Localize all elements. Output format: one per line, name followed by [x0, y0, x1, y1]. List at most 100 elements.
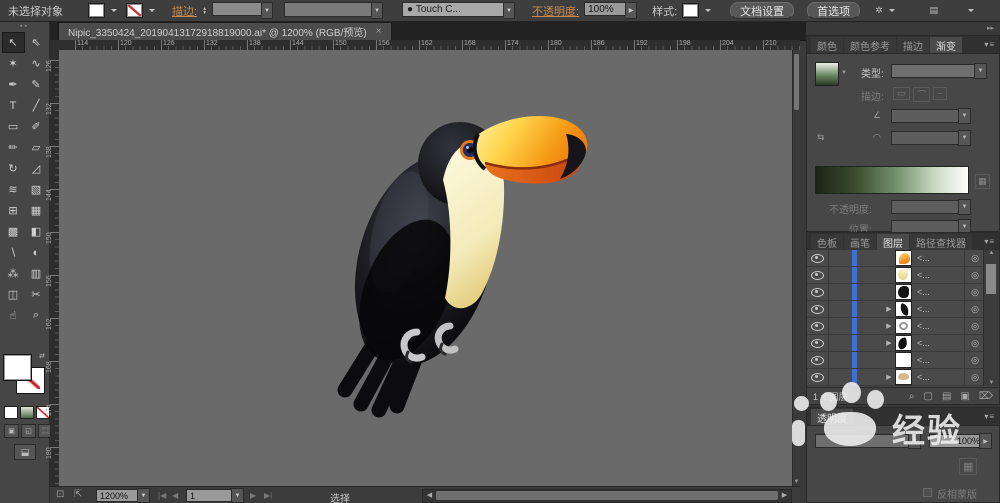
stroke-link[interactable]: 描边:	[172, 3, 197, 19]
magic-wand-tool[interactable]: ✶	[2, 53, 25, 74]
free-transform-tool[interactable]: ▧	[25, 179, 48, 200]
clip-mask-icon[interactable]: ▢	[924, 391, 933, 402]
chevron-down-icon[interactable]: ▼	[908, 433, 921, 449]
gradient-group-tab-2[interactable]: 描边	[897, 37, 929, 53]
stroke-weight-stepper[interactable]: ▲ ▼	[202, 6, 207, 15]
visibility-toggle[interactable]	[807, 352, 829, 368]
aspect-ratio-field[interactable]	[891, 131, 959, 145]
type-tool[interactable]: T	[2, 95, 25, 116]
layer-target-icon[interactable]: ◎	[964, 335, 985, 351]
close-icon[interactable]: ×	[376, 26, 382, 37]
layer-row[interactable]: ▶ <... ◎	[807, 301, 985, 318]
gradient-group-tab-1[interactable]: 颜色参考	[844, 37, 896, 53]
artboard-tool[interactable]: ◫	[2, 284, 25, 305]
direct-selection-tool[interactable]: ⇖	[25, 32, 48, 53]
layer-target-icon[interactable]: ◎	[964, 301, 985, 317]
blend-mode-select[interactable]	[815, 434, 909, 448]
visibility-toggle[interactable]	[807, 318, 829, 334]
transparency-opacity-field[interactable]: 100%	[929, 434, 983, 448]
layer-row[interactable]: ▶ <... ◎	[807, 335, 985, 352]
chevron-down-icon[interactable]	[888, 9, 895, 15]
gradient-type-select[interactable]	[891, 64, 975, 78]
gradient-opacity-field[interactable]	[891, 200, 959, 214]
column-graph-tool[interactable]: ▥	[25, 263, 48, 284]
rotate-tool[interactable]: ↻	[2, 158, 25, 179]
fill-color-swatch[interactable]	[88, 3, 105, 18]
width-profile-select[interactable]	[284, 2, 373, 17]
stroke-color-swatch[interactable]	[126, 3, 143, 18]
vertical-scrollbar[interactable]: ▼	[792, 50, 800, 486]
scroll-up-icon[interactable]: ▲	[984, 250, 999, 256]
expand-toggle[interactable]: ▶	[883, 373, 895, 381]
visibility-toggle[interactable]	[807, 335, 829, 351]
panel-menu-icon[interactable]: ▾≡	[984, 40, 995, 49]
first-artboard-icon[interactable]: |◀	[158, 491, 166, 500]
chevron-down-icon[interactable]: ▼	[841, 70, 847, 76]
width-tool[interactable]: ≋	[2, 179, 25, 200]
chevron-down-icon[interactable]	[111, 9, 117, 15]
gradient-tool[interactable]: ◧	[25, 221, 48, 242]
last-artboard-icon[interactable]: ▶|	[264, 491, 272, 500]
gradient-angle-field[interactable]	[891, 109, 959, 123]
workspace-icon[interactable]: ✲	[875, 5, 883, 16]
chevron-down-icon[interactable]: ▼	[262, 2, 274, 19]
artboard-field[interactable]: 1	[186, 489, 234, 502]
expand-toggle[interactable]: ▶	[883, 305, 895, 313]
chevron-down-icon[interactable]: ▼	[958, 108, 971, 124]
draw-normal-button[interactable]: ▣	[4, 424, 19, 438]
color-picker-icon[interactable]: ▦	[975, 174, 990, 189]
opacity-link[interactable]: 不透明度:	[532, 3, 579, 19]
visibility-toggle[interactable]	[807, 284, 829, 300]
chevron-down-icon[interactable]: ▼	[974, 63, 987, 79]
chevron-down-icon[interactable]: ▼	[504, 2, 516, 19]
horizontal-scrollbar-thumb[interactable]	[436, 491, 778, 500]
visibility-toggle[interactable]	[807, 301, 829, 317]
pencil-tool[interactable]: ✏	[2, 137, 25, 158]
zoom-select-arrow[interactable]: ▼	[137, 488, 150, 503]
zoom-level-field[interactable]: 1200%	[96, 489, 140, 502]
blend-tool[interactable]: ◐	[25, 242, 48, 263]
layers-group-tab-0[interactable]: 色板	[811, 234, 843, 250]
locate-object-icon[interactable]: ⌕	[909, 391, 915, 402]
mesh-tool[interactable]: ▩	[2, 221, 25, 242]
scroll-right-icon[interactable]: ▶	[779, 491, 790, 500]
layer-target-icon[interactable]: ◎	[964, 352, 985, 368]
scroll-left-icon[interactable]: ◀	[424, 491, 435, 500]
curvature-tool[interactable]: ✎	[25, 74, 48, 95]
style-swatch[interactable]	[682, 3, 700, 18]
perspective-grid-tool[interactable]: ▦	[25, 200, 48, 221]
fill-indicator-swatch[interactable]	[3, 354, 32, 381]
hand-shortcut-icon[interactable]: ⇱	[74, 489, 82, 500]
scroll-down-icon[interactable]: ▼	[984, 380, 999, 386]
opacity-field[interactable]: 100%	[584, 2, 627, 16]
layers-group-tab-3[interactable]: 路径查找器	[910, 234, 972, 250]
layers-scrollbar-thumb[interactable]	[986, 264, 996, 294]
visibility-toggle[interactable]	[807, 267, 829, 283]
layer-target-icon[interactable]: ◎	[964, 267, 985, 283]
slice-tool[interactable]: ✂	[25, 284, 48, 305]
eraser-tool[interactable]: ▱	[25, 137, 48, 158]
visibility-toggle[interactable]	[807, 250, 829, 266]
chevron-down-icon[interactable]: ▼	[958, 130, 971, 146]
draw-behind-button[interactable]: ◱	[21, 424, 36, 438]
visibility-toggle[interactable]	[807, 369, 829, 385]
layer-row[interactable]: <... ◎	[807, 284, 985, 301]
panel-menu-icon[interactable]: ▾≡	[984, 237, 995, 246]
gradient-preview-swatch[interactable]	[815, 62, 839, 86]
prev-artboard-icon[interactable]: ◀	[172, 491, 178, 500]
document-tab[interactable]: Nipic_3350424_20190413172918819000.ai* @…	[58, 22, 392, 40]
eyedropper-tool[interactable]: ∖	[2, 242, 25, 263]
reverse-gradient-icon[interactable]: ⇆	[817, 132, 825, 143]
paintbrush-tool[interactable]: ✐	[25, 116, 48, 137]
layer-row[interactable]: <... ◎	[807, 267, 985, 284]
screen-mode-button[interactable]: ⬓	[14, 444, 36, 460]
layer-target-icon[interactable]: ◎	[964, 369, 985, 385]
collapse-icon[interactable]: ⊡	[56, 489, 64, 500]
chevron-down-icon[interactable]	[968, 9, 974, 15]
scroll-down-icon[interactable]: ▼	[793, 479, 800, 485]
gradient-slider[interactable]	[815, 166, 969, 194]
line-segment-tool[interactable]: ╱	[25, 95, 48, 116]
preferences-button[interactable]: 首选项	[807, 2, 861, 19]
chevron-down-icon[interactable]: ▼	[958, 199, 971, 215]
layer-row[interactable]: ▶ <... ◎	[807, 318, 985, 335]
